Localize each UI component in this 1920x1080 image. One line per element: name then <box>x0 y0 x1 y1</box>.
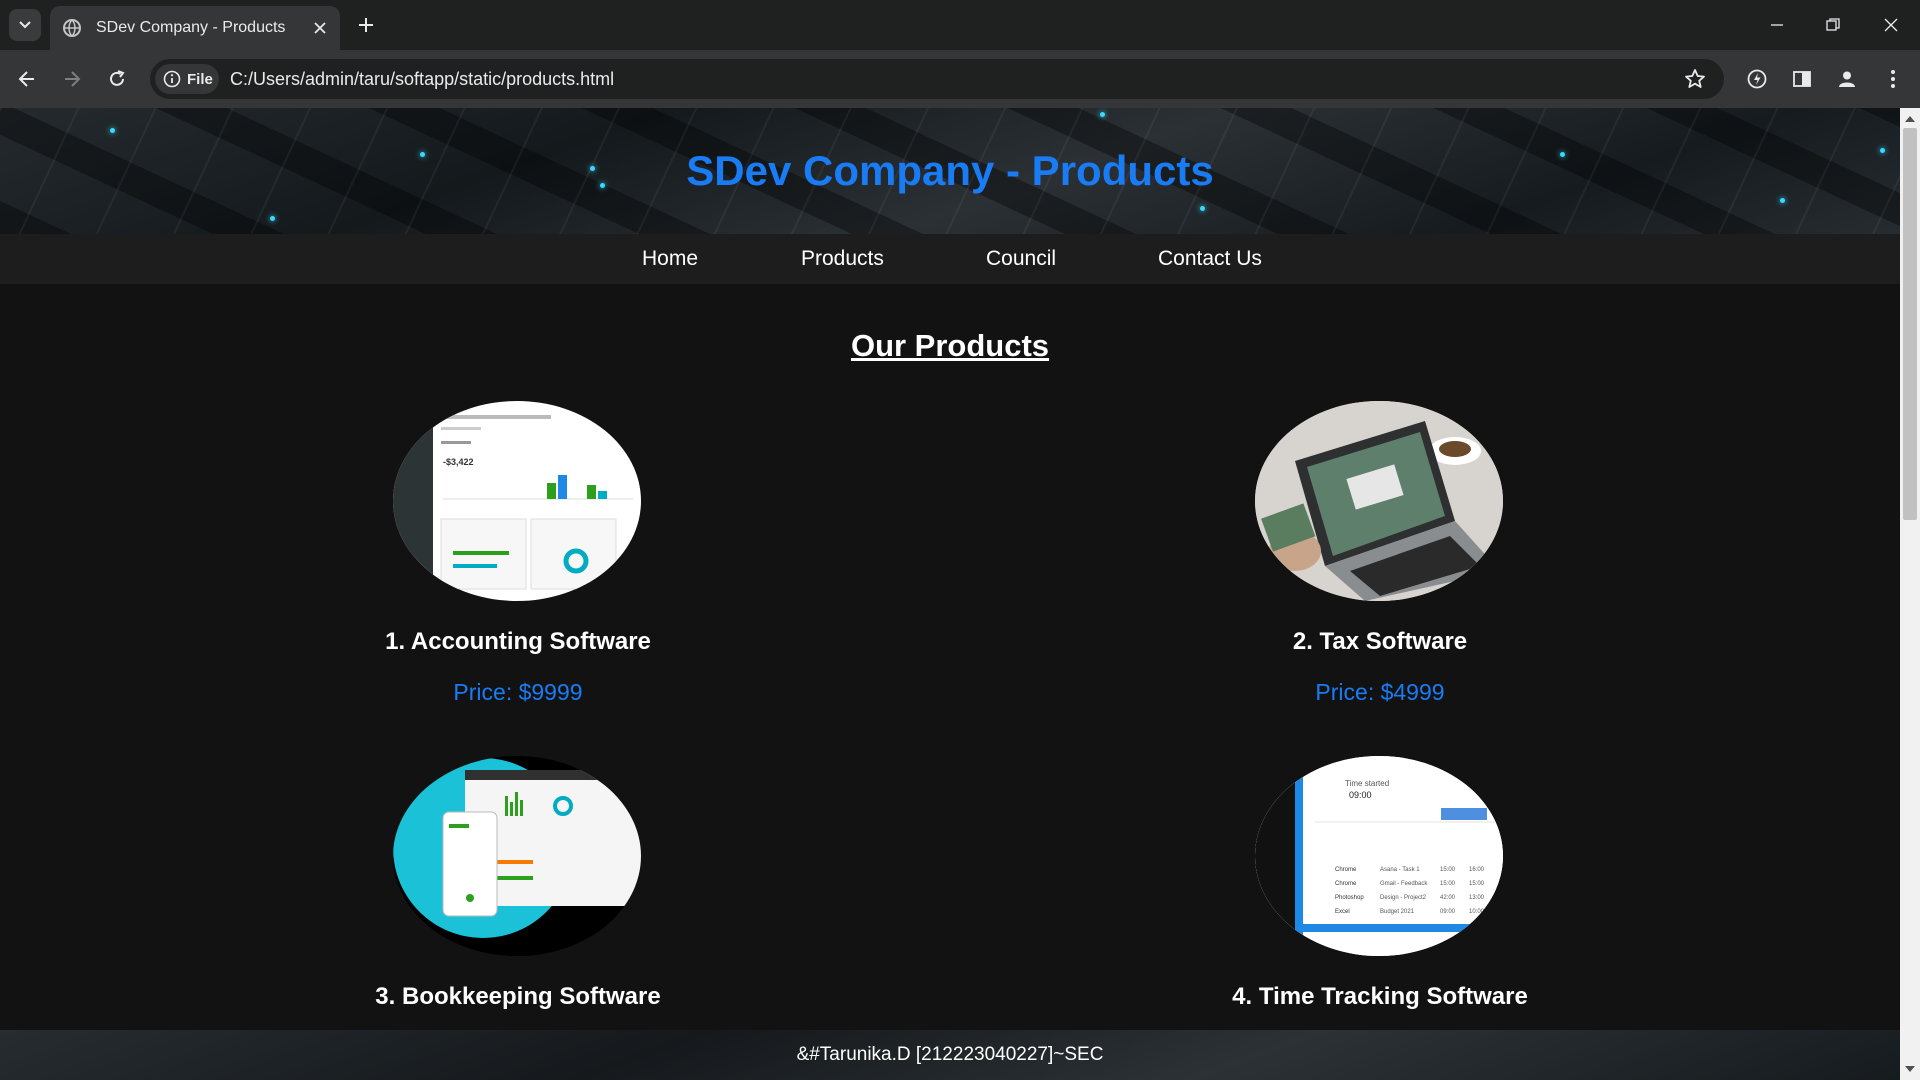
svg-text:42:00: 42:00 <box>1440 895 1456 901</box>
close-window-button[interactable] <box>1868 0 1914 50</box>
svg-text:Time started: Time started <box>1345 779 1389 788</box>
scroll-up-arrow-icon[interactable] <box>1905 116 1915 122</box>
address-bar[interactable]: File C:/Users/admin/taru/softapp/static/… <box>150 59 1724 99</box>
tab-search-button[interactable] <box>9 9 41 41</box>
close-icon <box>1884 18 1898 32</box>
svg-text:Excel: Excel <box>1335 909 1350 915</box>
footer-text: &#Tarunika.D [212223040227]~SEC <box>796 1044 1104 1065</box>
vertical-scrollbar[interactable] <box>1900 108 1920 1080</box>
reload-icon <box>110 70 125 86</box>
product-price: Price: $9999 <box>453 679 583 705</box>
menu-button[interactable] <box>1876 62 1910 96</box>
more-vertical-icon <box>1891 70 1895 88</box>
browser-toolbar: File C:/Users/admin/taru/softapp/static/… <box>0 50 1920 108</box>
page-footer: &#Tarunika.D [212223040227]~SEC <box>0 1030 1900 1080</box>
minimize-icon <box>1771 24 1783 26</box>
accounting-dashboard-image[interactable]: -$3,422 <box>393 401 641 601</box>
svg-text:10:00: 10:00 <box>1469 909 1485 915</box>
svg-text:Photoshop: Photoshop <box>1335 895 1364 901</box>
product-name: 2. Tax Software <box>1292 628 1468 655</box>
nav-link-home[interactable]: Home <box>642 234 698 284</box>
plus-icon <box>359 18 373 32</box>
svg-text:Chrome: Chrome <box>1335 881 1357 887</box>
main-nav: Home Products Council Contact Us <box>0 234 1900 284</box>
svg-text:Design - Project2: Design - Project2 <box>1380 895 1427 901</box>
laptop-tax-image[interactable] <box>1255 401 1503 601</box>
page-header: SDev Company - Products <box>0 108 1900 234</box>
time-tracking-image[interactable]: Time started 09:00 Chrome Chrome Photosh… <box>1255 756 1503 956</box>
svg-text:09:00: 09:00 <box>1440 909 1456 915</box>
minimize-button[interactable] <box>1754 0 1800 50</box>
product-name: 4. Time Tracking Software <box>1232 983 1528 1010</box>
svg-text:16:00: 16:00 <box>1469 867 1485 873</box>
info-icon <box>163 70 181 88</box>
scrollbar-thumb[interactable] <box>1903 128 1917 520</box>
product-price: Price: $4999 <box>1315 679 1445 705</box>
svg-text:15:00: 15:00 <box>1469 881 1485 887</box>
scroll-down-arrow-icon[interactable] <box>1905 1066 1915 1072</box>
svg-text:Asana - Task 1: Asana - Task 1 <box>1380 867 1420 873</box>
svg-text:-$3,422: -$3,422 <box>443 457 474 467</box>
tab-title: SDev Company - Products <box>96 19 286 36</box>
side-panel-icon <box>1793 71 1811 87</box>
svg-text:Chrome: Chrome <box>1335 867 1357 873</box>
nav-link-contact-us[interactable]: Contact Us <box>1158 234 1262 284</box>
svg-text:09:00: 09:00 <box>1349 790 1372 800</box>
browser-tab[interactable]: SDev Company - Products <box>50 6 340 50</box>
star-icon <box>1685 69 1705 88</box>
side-panel-button[interactable] <box>1785 62 1819 96</box>
back-button[interactable] <box>10 62 44 96</box>
new-tab-button[interactable] <box>352 11 380 39</box>
product-name: 1. Accounting Software <box>385 628 651 655</box>
svg-text:15:00: 15:00 <box>1440 881 1456 887</box>
avatar-icon <box>1839 71 1855 87</box>
bookmark-button[interactable] <box>1682 66 1708 92</box>
arrow-right-icon <box>65 71 81 87</box>
product-name: 3. Bookkeeping Software <box>375 983 661 1010</box>
tab-strip: SDev Company - Products <box>0 0 1920 50</box>
arrow-left-icon <box>18 71 34 87</box>
svg-text:13:00: 13:00 <box>1469 895 1485 901</box>
nav-link-products[interactable]: Products <box>801 234 884 284</box>
reload-button[interactable] <box>100 62 134 96</box>
globe-icon <box>63 19 81 37</box>
svg-text:Gmail - Feedback: Gmail - Feedback <box>1380 881 1428 887</box>
bookkeeping-app-image[interactable] <box>393 756 641 956</box>
url-text[interactable]: C:/Users/admin/taru/softapp/static/produ… <box>230 69 614 90</box>
site-info-chip[interactable]: File <box>155 64 219 94</box>
extension-button[interactable] <box>1740 62 1774 96</box>
performance-icon <box>1747 69 1767 89</box>
section-title: Our Products <box>850 328 1050 363</box>
page-viewport: SDev Company - Products Home Products Co… <box>0 108 1900 1080</box>
chevron-down-icon <box>19 21 31 29</box>
svg-text:15:00: 15:00 <box>1440 867 1456 873</box>
chip-label: File <box>187 70 213 88</box>
close-tab-icon[interactable] <box>308 16 332 40</box>
forward-button[interactable] <box>55 62 89 96</box>
page-title: SDev Company - Products <box>686 147 1214 194</box>
profile-button[interactable] <box>1830 62 1864 96</box>
restore-button[interactable] <box>1810 0 1856 50</box>
svg-text:Budget 2021: Budget 2021 <box>1380 909 1415 915</box>
nav-link-council[interactable]: Council <box>986 234 1056 284</box>
restore-icon <box>1826 18 1840 31</box>
